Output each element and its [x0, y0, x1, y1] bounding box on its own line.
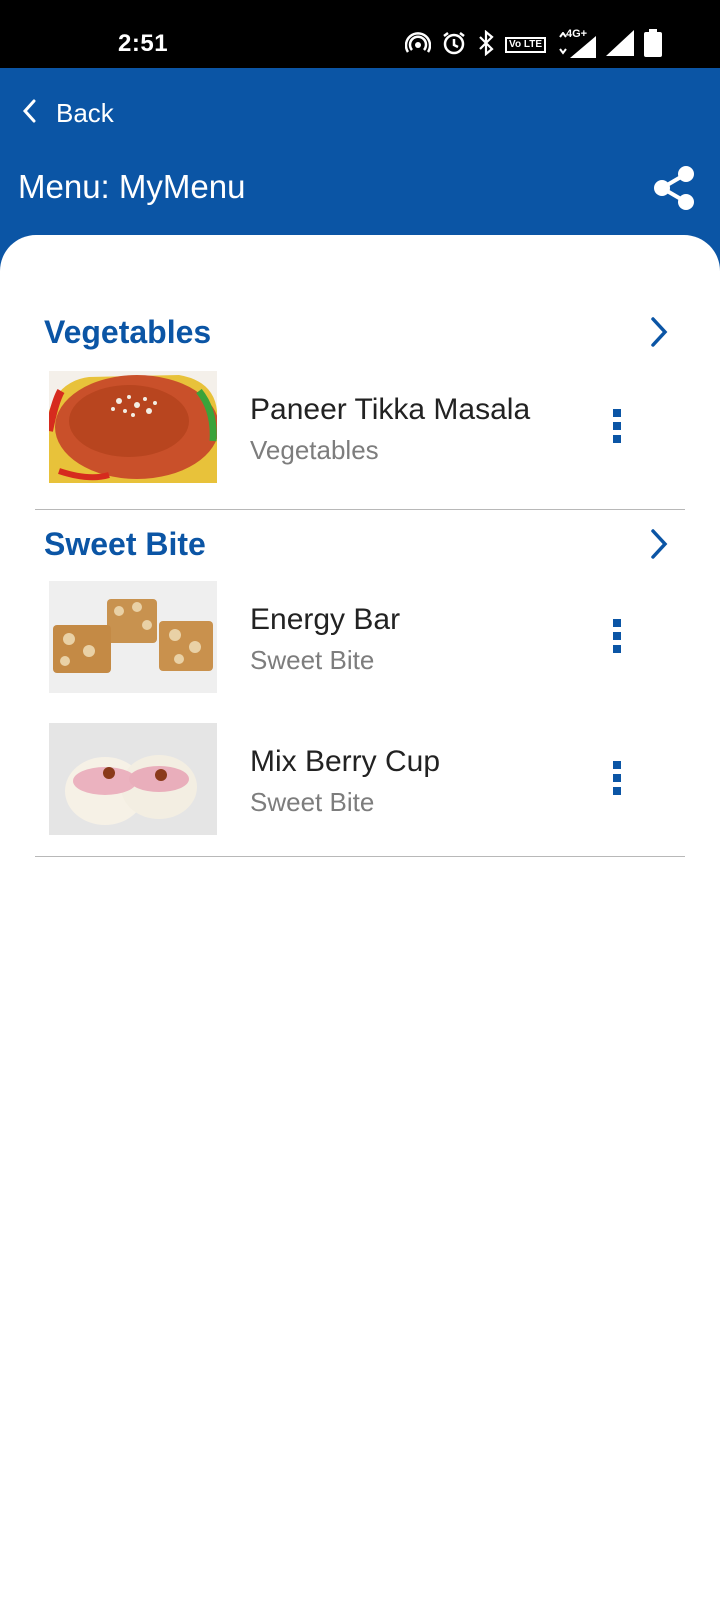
more-vert-icon[interactable] [605, 761, 629, 801]
chevron-left-icon [20, 98, 38, 129]
status-bar: 2:51 Vo LTE 4G+ [0, 0, 720, 68]
content-sheet: Vegetables Paneer Tikka Masala Vegetable… [0, 235, 720, 1600]
status-time: 2:51 [118, 30, 169, 57]
hotspot-icon [404, 31, 432, 60]
more-vert-icon[interactable] [605, 409, 629, 449]
dish-image [49, 723, 217, 835]
section-sweet-bite: Sweet Bite Energy Bar Sweet Bite Mix Ber… [35, 510, 685, 872]
signal-icon [606, 29, 634, 61]
page-title: Menu: MyMenu [18, 168, 246, 205]
list-item[interactable]: Paneer Tikka Masala Vegetables [35, 371, 685, 483]
item-category: Sweet Bite [250, 787, 375, 817]
alarm-icon [441, 30, 467, 61]
divider [35, 856, 685, 857]
back-button[interactable]: Back [20, 98, 114, 129]
app-bar: Back Menu: MyMenu [0, 68, 720, 248]
battery-icon [644, 28, 662, 62]
chevron-right-icon[interactable] [645, 314, 673, 350]
item-name: Mix Berry Cup [250, 745, 441, 778]
item-category: Vegetables [250, 435, 379, 465]
section-header[interactable]: Vegetables [35, 298, 685, 358]
item-name: Paneer Tikka Masala [250, 393, 531, 426]
section-title: Sweet Bite [44, 526, 206, 562]
section-vegetables: Vegetables Paneer Tikka Masala Vegetable… [35, 298, 685, 510]
4g-signal-icon: 4G+ [556, 28, 596, 58]
list-item[interactable]: Mix Berry Cup Sweet Bite [35, 723, 685, 835]
share-button[interactable] [650, 164, 698, 212]
section-header[interactable]: Sweet Bite [35, 510, 685, 570]
back-label: Back [56, 98, 114, 128]
more-vert-icon[interactable] [605, 619, 629, 659]
list-item[interactable]: Energy Bar Sweet Bite [35, 581, 685, 693]
section-title: Vegetables [44, 314, 212, 350]
share-icon [654, 166, 694, 210]
item-name: Energy Bar [250, 603, 401, 636]
volte-icon: Vo LTE [505, 37, 546, 53]
bluetooth-icon [477, 29, 495, 61]
dish-image [49, 371, 217, 483]
item-category: Sweet Bite [250, 645, 375, 675]
status-icons: Vo LTE 4G+ [404, 28, 662, 62]
chevron-right-icon[interactable] [645, 526, 673, 562]
dish-image [49, 581, 217, 693]
